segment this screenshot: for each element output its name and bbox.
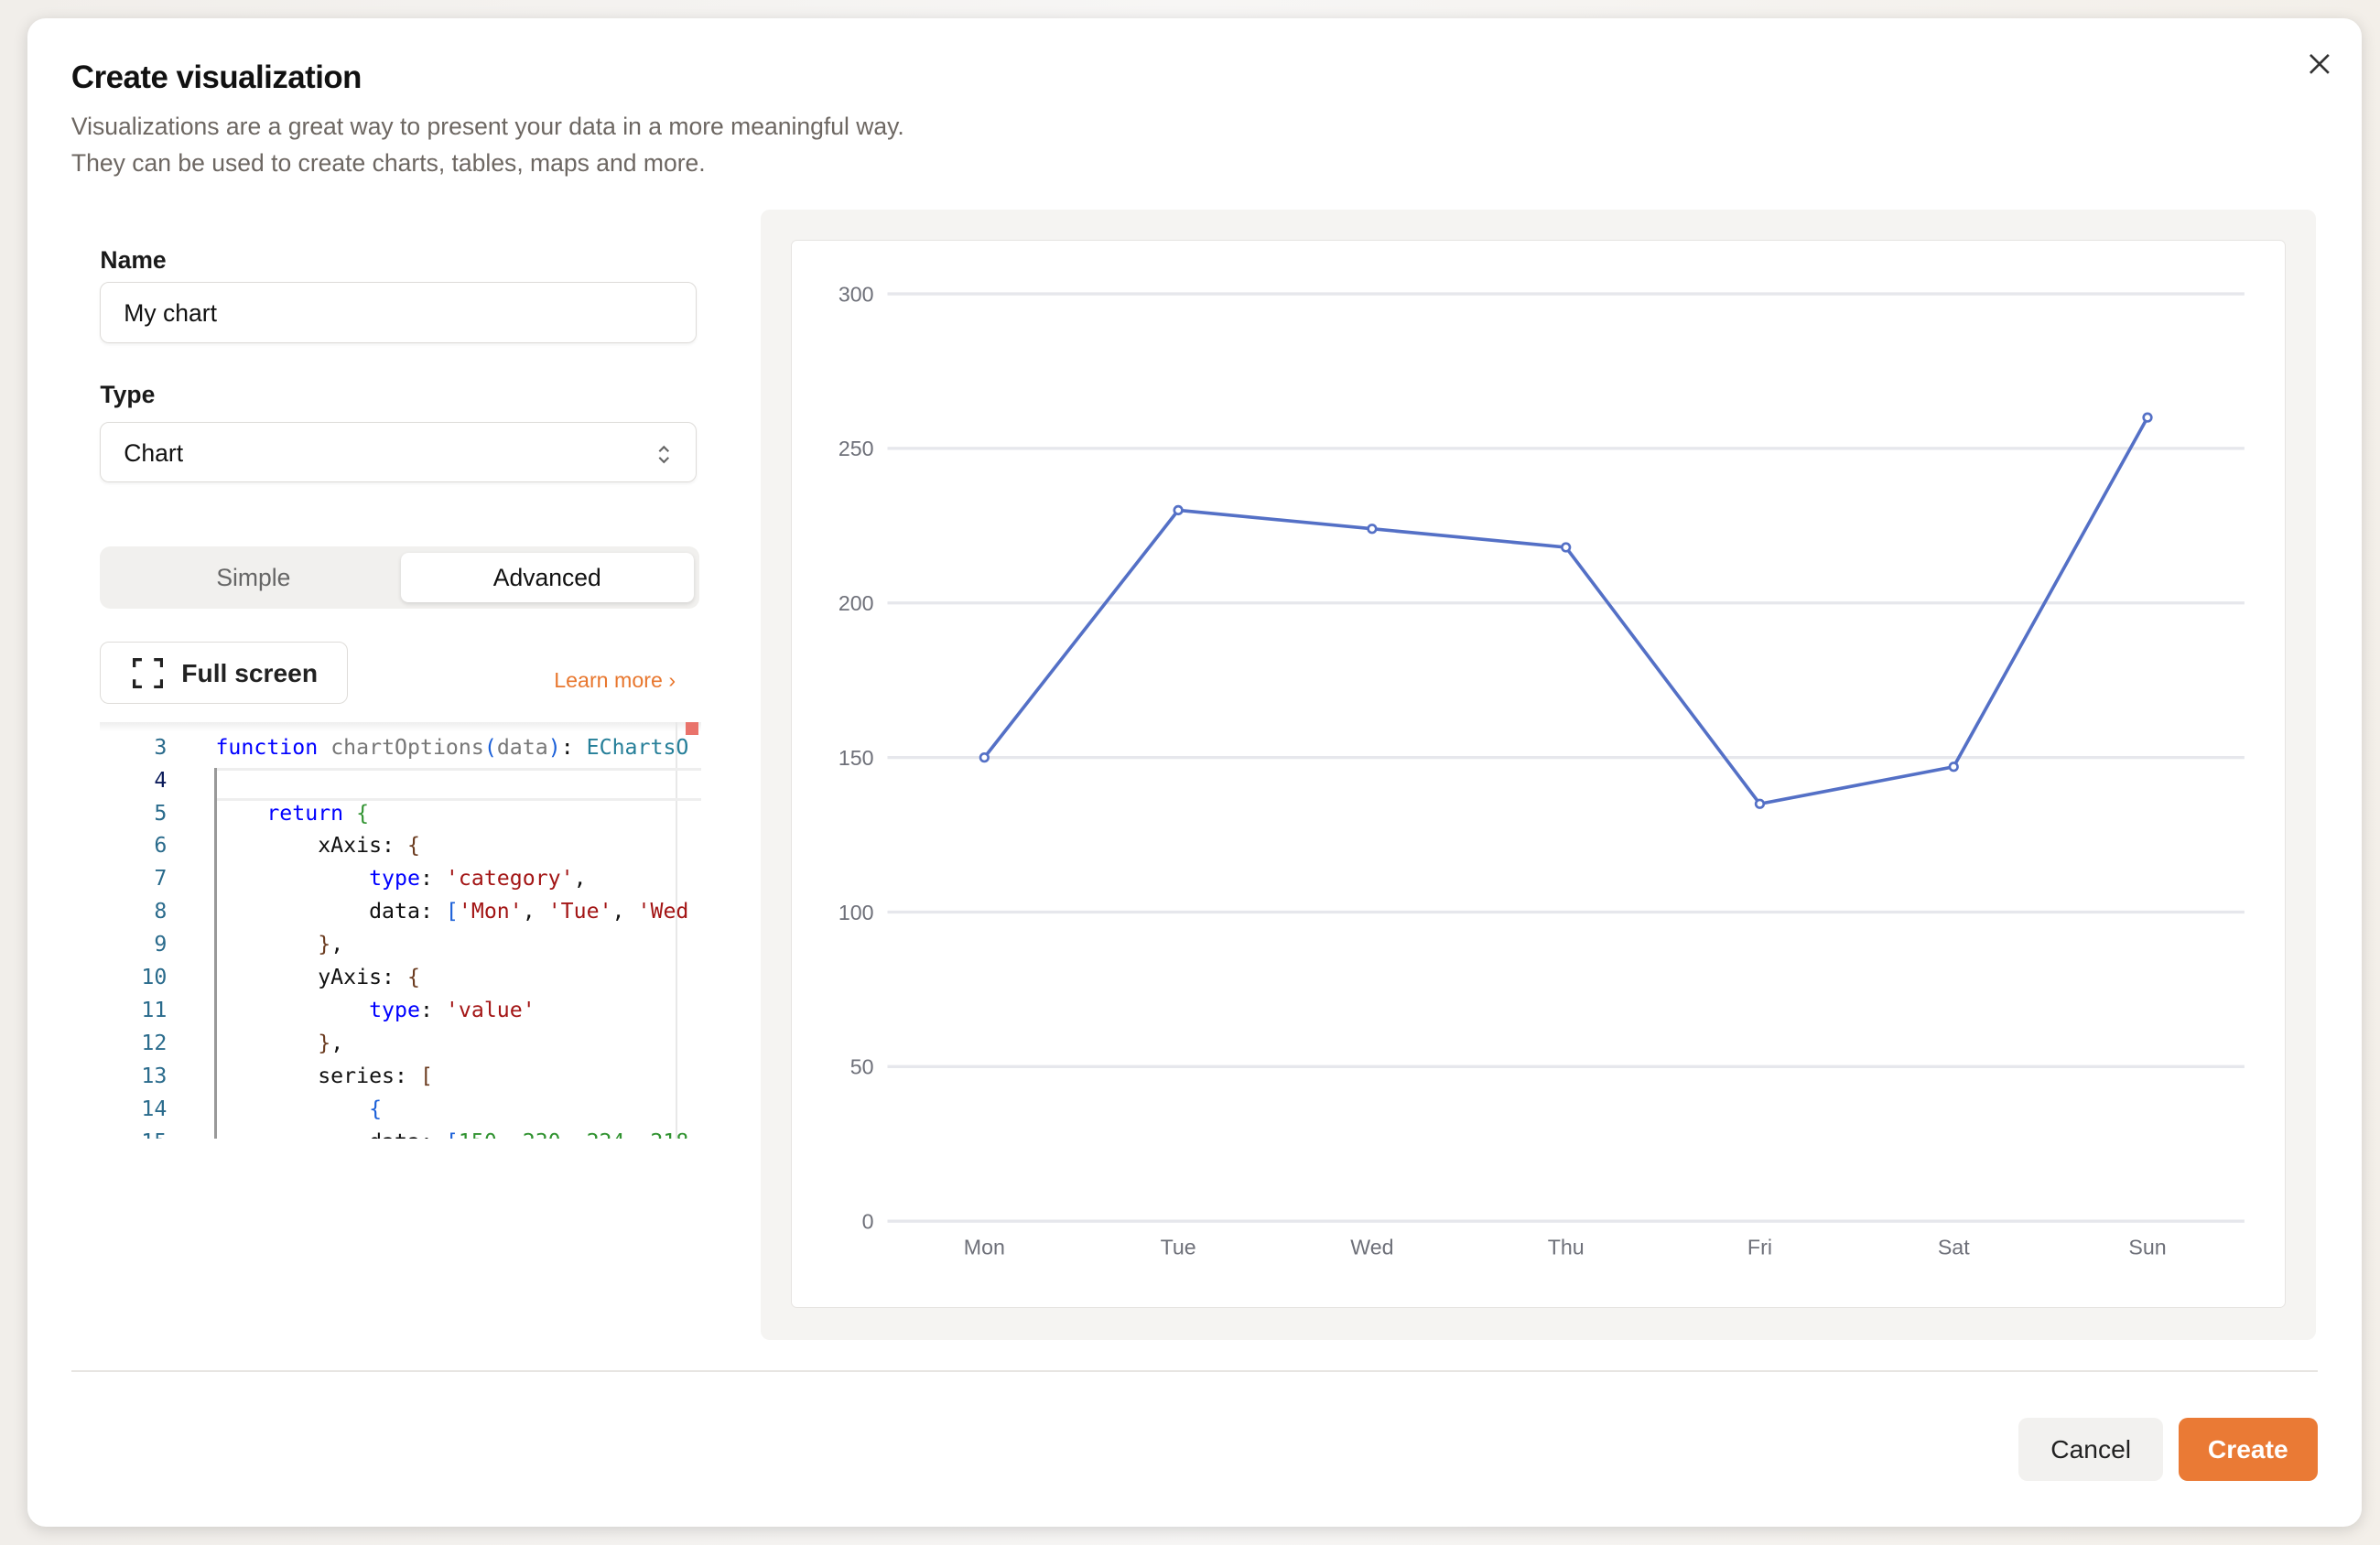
code-line: function chartOptions(data): EChartsO bbox=[215, 734, 689, 760]
create-visualization-dialog: Create visualization Visualizations are … bbox=[27, 17, 2363, 1528]
code-line: { bbox=[369, 1097, 383, 1122]
y-tick-label: 150 bbox=[838, 746, 874, 770]
line-number: 8 bbox=[154, 899, 168, 924]
line-number: 7 bbox=[154, 866, 168, 891]
series-line bbox=[982, 416, 2149, 806]
line-chart: 0 50 100 150 200 250 300 Mon Tue Wed Thu Fri Sat Sun bbox=[838, 282, 2245, 1259]
mode-toggle: Simple Advanced bbox=[100, 546, 700, 609]
subtitle-line: Visualizations are a great way to presen… bbox=[70, 113, 904, 141]
y-tick-label: 50 bbox=[850, 1055, 874, 1079]
code-line: data: ['Mon', 'Tue', 'Wed bbox=[215, 899, 689, 924]
name-input[interactable]: My chart bbox=[100, 282, 698, 343]
line-number: 11 bbox=[141, 998, 168, 1023]
data-point bbox=[1754, 798, 1766, 809]
x-tick-label: Fri bbox=[1747, 1236, 1772, 1259]
data-point bbox=[2142, 412, 2153, 423]
chevron-up-down-icon bbox=[658, 445, 670, 464]
line-number: 13 bbox=[141, 1064, 168, 1089]
data-point bbox=[1948, 762, 1959, 772]
x-tick-label: Wed bbox=[1350, 1236, 1393, 1259]
y-tick-label: 300 bbox=[838, 282, 874, 306]
x-tick-label: Thu bbox=[1548, 1236, 1585, 1259]
y-tick-label: 100 bbox=[838, 901, 874, 924]
line-number: 15 bbox=[100, 1129, 167, 1138]
x-tick-label: Sat bbox=[1938, 1236, 1970, 1259]
cancel-button[interactable]: Cancel bbox=[2018, 1417, 2163, 1482]
data-point bbox=[1367, 524, 1378, 535]
x-tick-label: Tue bbox=[1160, 1236, 1195, 1259]
editor-shadow bbox=[100, 722, 702, 732]
code-line: type: 'value' bbox=[369, 998, 536, 1023]
dialog-title: Create visualization bbox=[70, 59, 362, 95]
line-number: 9 bbox=[154, 932, 168, 957]
code-editor[interactable]: 3 function chartOptions(data): EChartsO 4 5… bbox=[100, 722, 702, 1139]
type-select-value: Chart bbox=[124, 438, 184, 467]
line-number: 3 bbox=[154, 734, 168, 760]
line-number: 6 bbox=[154, 833, 168, 859]
create-button[interactable]: Create bbox=[2178, 1417, 2319, 1482]
data-point bbox=[979, 751, 990, 763]
code-line: series: [ bbox=[215, 1064, 433, 1089]
type-select[interactable]: Chart bbox=[100, 421, 698, 483]
code-line: type: 'category', bbox=[369, 866, 587, 891]
line-number: 5 bbox=[154, 800, 168, 826]
error-marker bbox=[686, 722, 698, 735]
x-tick-label: Mon bbox=[964, 1236, 1005, 1259]
learn-more-link[interactable]: Learn more › bbox=[554, 668, 676, 693]
close-icon[interactable] bbox=[2301, 46, 2338, 82]
line-number: 12 bbox=[141, 1031, 168, 1056]
y-tick-label: 200 bbox=[838, 591, 874, 615]
code-line: return { bbox=[266, 800, 370, 826]
tab-advanced[interactable]: Advanced bbox=[400, 552, 694, 603]
data-point bbox=[1560, 542, 1572, 553]
y-tick-label: 0 bbox=[862, 1209, 874, 1233]
chevron-right-icon: › bbox=[668, 667, 676, 692]
chart-preview-panel: 0 50 100 150 200 250 300 Mon Tue Wed Thu Fri Sat Sun bbox=[760, 209, 2317, 1341]
code-line: xAxis: { bbox=[215, 833, 420, 859]
data-point bbox=[1173, 504, 1184, 516]
type-label: Type bbox=[100, 381, 156, 409]
code-line: yAxis: { bbox=[215, 965, 420, 990]
name-label: Name bbox=[100, 245, 167, 274]
code-line: }, bbox=[318, 932, 344, 957]
line-number: 10 bbox=[141, 965, 168, 990]
x-tick-label: Sun bbox=[2128, 1236, 2166, 1259]
subtitle-line: They can be used to create charts, table… bbox=[70, 149, 706, 178]
chart-container: 0 50 100 150 200 250 300 Mon Tue Wed Thu Fri Sat Sun bbox=[790, 239, 2287, 1309]
learn-more-label: Learn more bbox=[554, 667, 663, 692]
footer-divider bbox=[70, 1370, 2319, 1372]
full-screen-button[interactable]: Full screen bbox=[100, 642, 348, 705]
expand-icon bbox=[133, 657, 164, 689]
dialog-subtitle: Visualizations are a great way to presen… bbox=[71, 109, 904, 182]
code-line: }, bbox=[318, 1031, 344, 1056]
line-number: 14 bbox=[141, 1097, 168, 1122]
tab-simple[interactable]: Simple bbox=[106, 553, 401, 603]
code-line: data: [150, 230, 224, 218 bbox=[215, 1129, 688, 1138]
y-tick-label: 250 bbox=[838, 437, 874, 460]
line-number: 4 bbox=[154, 767, 168, 793]
current-line-highlight bbox=[215, 768, 702, 801]
full-screen-label: Full screen bbox=[181, 657, 319, 687]
